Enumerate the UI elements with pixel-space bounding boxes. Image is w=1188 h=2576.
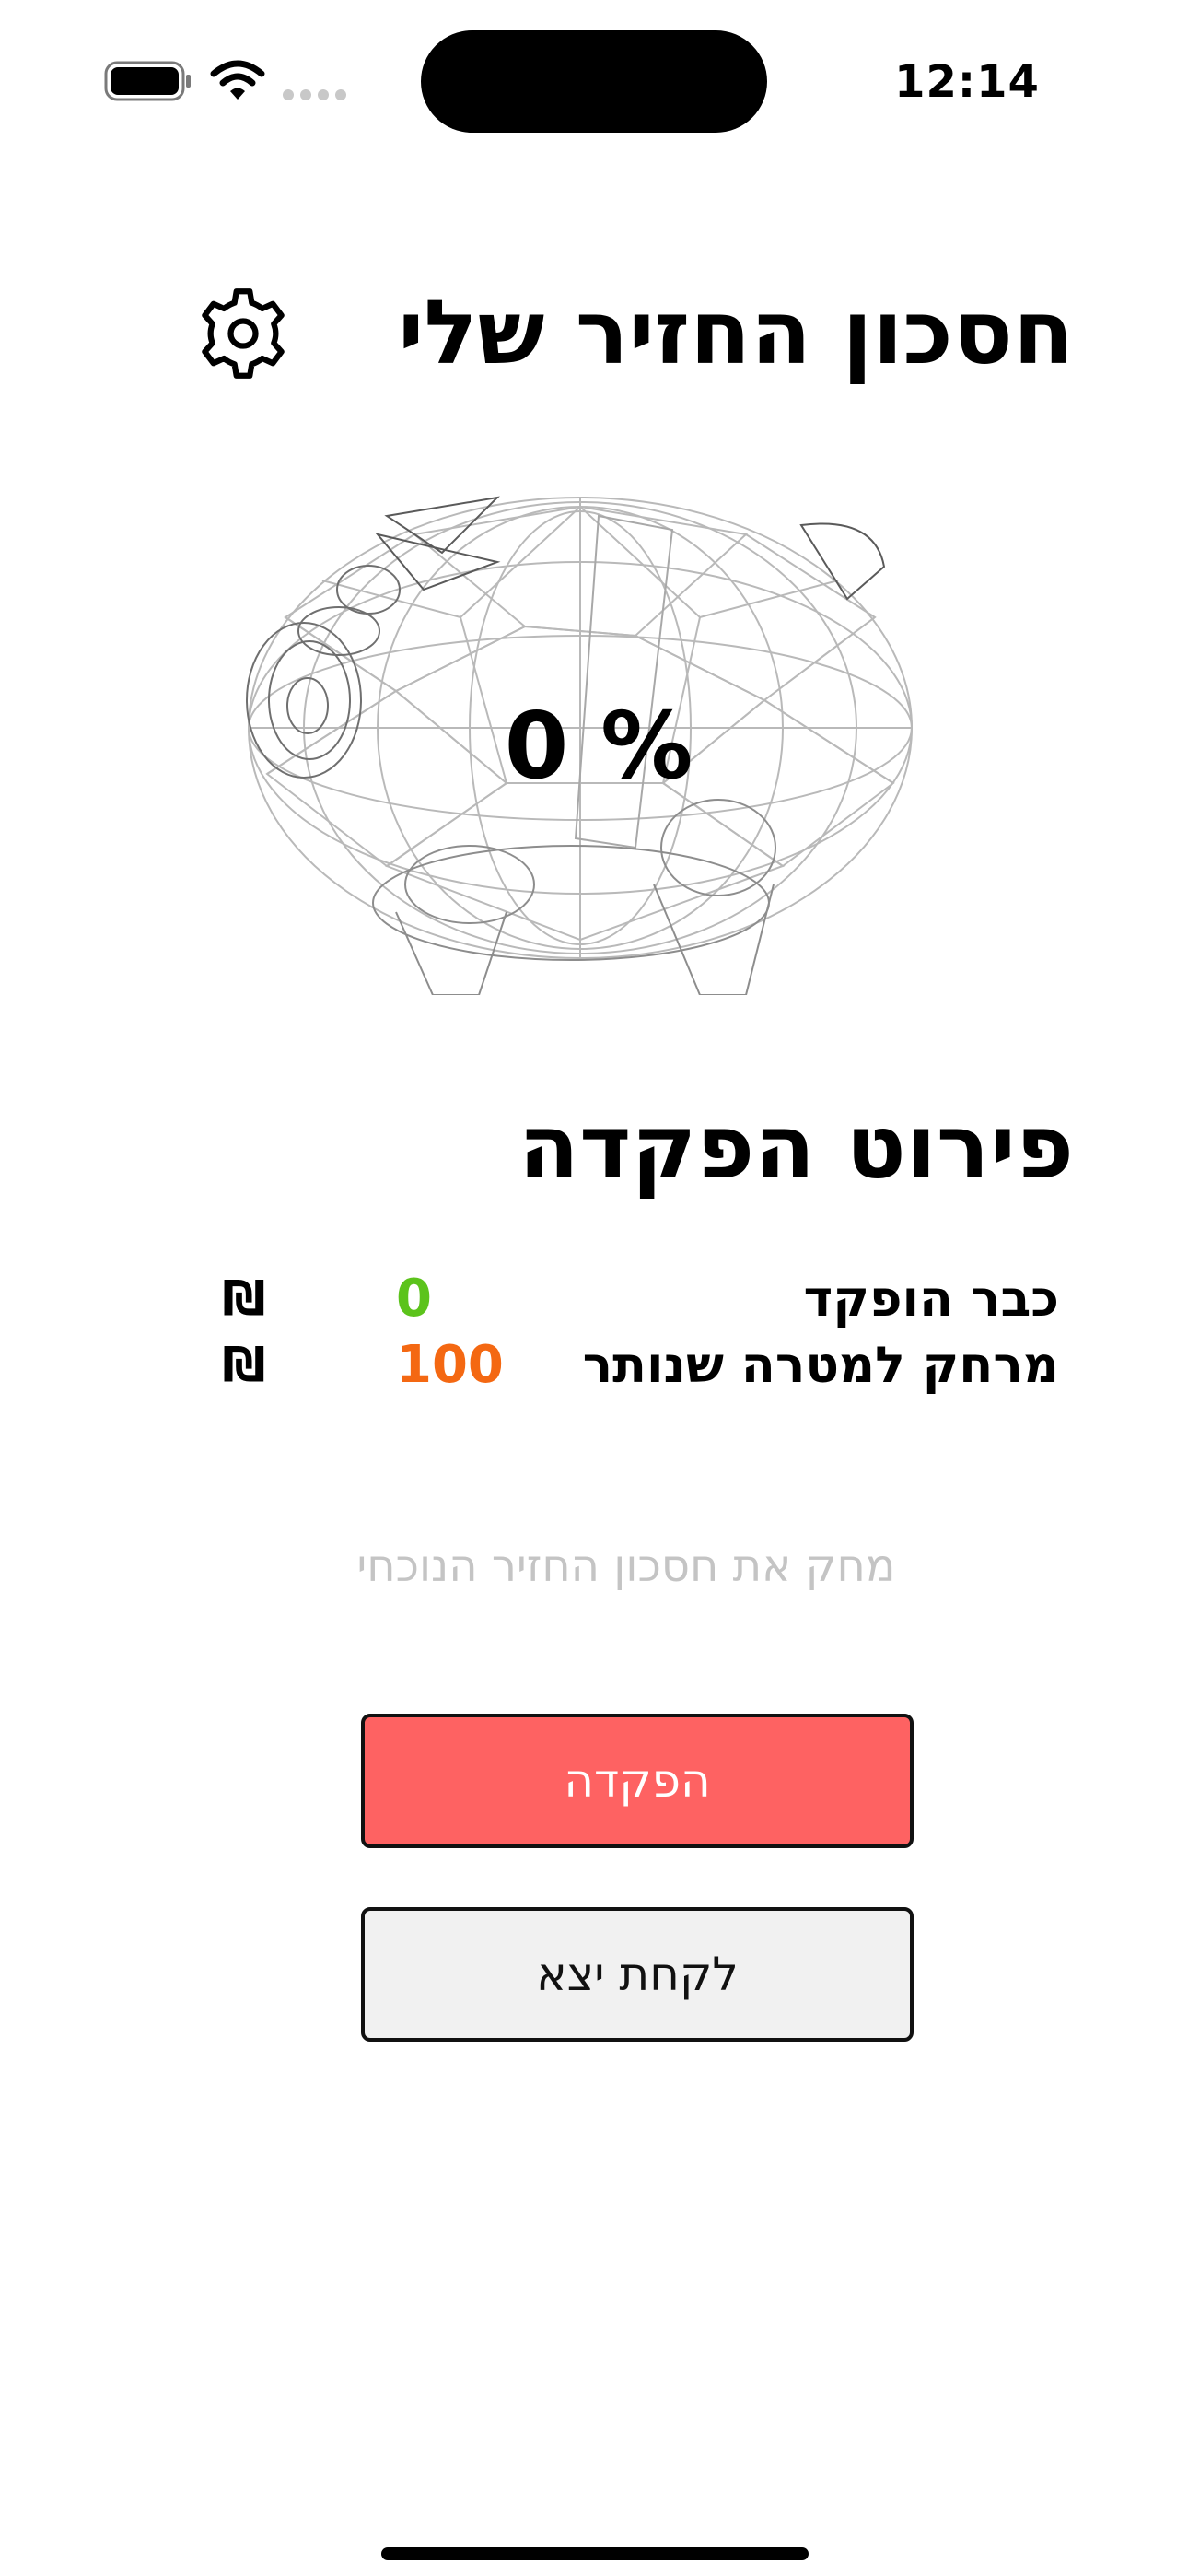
shekel-symbol: ₪ (222, 1338, 266, 1393)
detail-label-remaining: מרחק למטרה שנותר (582, 1336, 1059, 1394)
deposit-button[interactable]: הפקדה (361, 1714, 914, 1848)
status-bar: 12:14 (0, 0, 1188, 157)
gear-icon[interactable] (195, 286, 291, 381)
cellular-signal-icon (283, 89, 346, 100)
detail-label-deposited: כבר הופקד (803, 1270, 1060, 1328)
detail-value-deposited: 0 (396, 1269, 432, 1329)
page-title: חסכון החזיר שלי (398, 281, 1074, 384)
section-title: פירוט הפקדה (518, 1095, 1074, 1199)
delete-piggy-link[interactable]: מחק את חסכון החזיר הנוכחי (332, 1529, 921, 1603)
dynamic-island (421, 30, 767, 133)
shekel-symbol: ₪ (222, 1271, 266, 1327)
withdraw-button[interactable]: לקחת יצא (361, 1907, 914, 2042)
home-indicator[interactable] (381, 2547, 809, 2560)
detail-row-deposited: כבר הופקד 0 ₪ (212, 1262, 1059, 1336)
status-time: 12:14 (894, 56, 1040, 108)
battery-icon (104, 61, 191, 101)
wifi-icon (210, 60, 265, 100)
detail-value-remaining: 100 (396, 1335, 504, 1395)
percent-label: 0 % (504, 692, 693, 800)
detail-row-remaining: מרחק למטרה שנותר 100 ₪ (212, 1329, 1059, 1402)
